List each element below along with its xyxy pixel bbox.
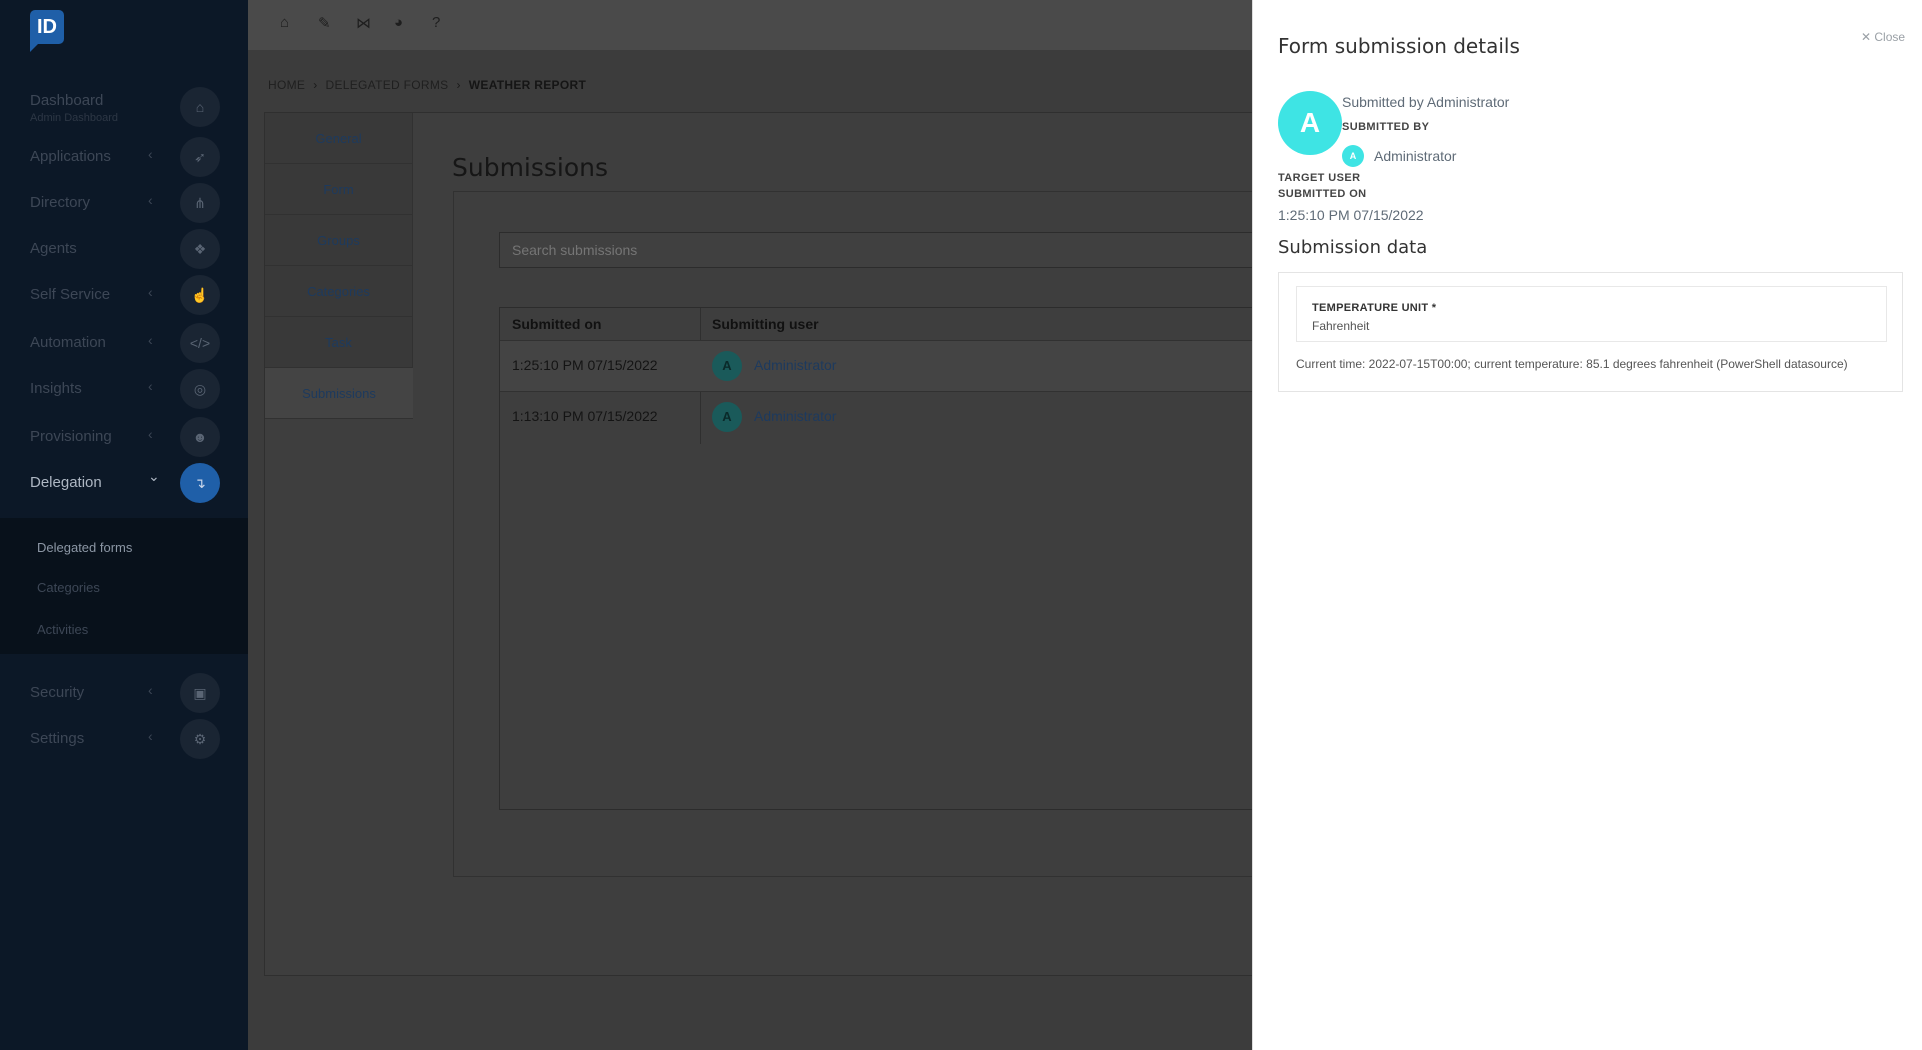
- sidebar-item-automation[interactable]: Automation ‹ </>: [0, 320, 248, 366]
- sidebar-item-label: Security: [30, 684, 85, 701]
- avatar: A: [712, 351, 742, 381]
- tab-categories[interactable]: Categories: [265, 266, 413, 317]
- submitted-on-cell: 1:25:10 PM 07/15/2022: [512, 357, 658, 373]
- submissions-table: Submitted on Submitting user 1:25:10 PM …: [499, 307, 1360, 810]
- table-row[interactable]: 1:13:10 PM 07/15/2022 A Administrator: [500, 391, 1360, 442]
- chevron-left-icon: ‹: [148, 728, 153, 744]
- sidebar-item-dashboard[interactable]: Dashboard Admin Dashboard ⌂: [0, 84, 248, 130]
- breadcrumb-parent[interactable]: DELEGATED FORMS: [326, 78, 449, 92]
- hand-pointer-icon: ☝: [180, 275, 220, 315]
- cubes-icon: ❖: [180, 229, 220, 269]
- sidebar-item-label: Provisioning: [30, 428, 112, 445]
- sidebar-item-delegation[interactable]: Delegation ⌄ ↴: [0, 460, 248, 506]
- column-header-submitting-user[interactable]: Submitting user: [712, 308, 819, 340]
- chevron-down-icon: ⌄: [148, 468, 160, 484]
- sidebar-item-label: Delegation: [30, 474, 102, 491]
- submissions-panel: Submitted on Submitting user 1:25:10 PM …: [453, 191, 1360, 877]
- sidebar-item-label: Self Service: [30, 286, 111, 303]
- sidebar-item-security[interactable]: Security ‹ ▣: [0, 670, 248, 716]
- pie-chart-icon[interactable]: ◕: [394, 14, 403, 31]
- logo[interactable]: ID: [30, 10, 64, 52]
- sidebar-item-label: Insights: [30, 380, 82, 397]
- submitted-by-text: Submitted by Administrator: [1342, 94, 1510, 110]
- tab-list: General Form Groups Categories Task Subm…: [265, 113, 413, 419]
- sidebar-item-insights[interactable]: Insights ‹ ◎: [0, 366, 248, 412]
- sidebar-item-agents[interactable]: Agents ❖: [0, 226, 248, 272]
- submission-data-box: TEMPERATURE UNIT * Fahrenheit Current ti…: [1278, 272, 1903, 392]
- sidebar-item-label: Agents: [30, 240, 77, 257]
- chevron-left-icon: ‹: [148, 332, 153, 348]
- question-icon[interactable]: ?: [432, 14, 440, 31]
- share-nodes-icon[interactable]: ⋈: [356, 14, 371, 32]
- tab-submissions[interactable]: Submissions: [265, 368, 413, 419]
- submitted-on-label: SUBMITTED ON: [1278, 188, 1367, 200]
- chevron-left-icon: ‹: [148, 192, 153, 208]
- code-icon: </>: [180, 323, 220, 363]
- sidebar-item-directory[interactable]: Directory ‹ ⋔: [0, 180, 248, 226]
- chevron-left-icon: ‹: [148, 146, 153, 162]
- sidebar-item-label: Dashboard: [30, 92, 104, 109]
- sidebar-item-label: Automation: [30, 334, 106, 351]
- user-link[interactable]: Administrator: [754, 357, 836, 373]
- wrench-icon[interactable]: ✎: [318, 14, 331, 32]
- field-label: TEMPERATURE UNIT *: [1312, 302, 1437, 314]
- tab-form[interactable]: Form: [265, 164, 413, 215]
- submitted-on-cell: 1:13:10 PM 07/15/2022: [512, 408, 658, 424]
- delegation-icon: ↴: [180, 463, 220, 503]
- users-icon: ☻: [180, 417, 220, 457]
- search-input[interactable]: [499, 232, 1359, 268]
- breadcrumb-home[interactable]: HOME: [268, 78, 305, 92]
- sitemap-icon: ⋔: [180, 183, 220, 223]
- avatar: A: [712, 402, 742, 432]
- sidebar-item-applications[interactable]: Applications ‹ ➶: [0, 134, 248, 180]
- section-title: Submission data: [1278, 237, 1428, 258]
- chevron-left-icon: ‹: [148, 426, 153, 442]
- sidebar-item-provisioning[interactable]: Provisioning ‹ ☻: [0, 414, 248, 460]
- breadcrumb-current: WEATHER REPORT: [468, 78, 587, 92]
- avatar: A: [1278, 91, 1342, 155]
- tab-groups[interactable]: Groups: [265, 215, 413, 266]
- form-card: General Form Groups Categories Task Subm…: [264, 112, 1364, 976]
- submitted-on-value: 1:25:10 PM 07/15/2022: [1278, 207, 1424, 223]
- sidebar-item-settings[interactable]: Settings ‹ ⚙: [0, 716, 248, 762]
- submitted-by-label: SUBMITTED BY: [1342, 121, 1430, 133]
- chevron-left-icon: ‹: [148, 378, 153, 394]
- chevron-right-icon: ›: [313, 78, 318, 92]
- field-temperature-unit: TEMPERATURE UNIT * Fahrenheit: [1296, 286, 1887, 342]
- user-link[interactable]: Administrator: [754, 408, 836, 424]
- home-icon[interactable]: ⌂: [280, 14, 289, 31]
- sidebar-item-label: Applications: [30, 148, 111, 165]
- column-header-submitted-on[interactable]: Submitted on: [512, 308, 601, 340]
- avatar: A: [1342, 145, 1364, 167]
- gear-icon: ⚙: [180, 719, 220, 759]
- submitted-by-name: Administrator: [1374, 148, 1457, 164]
- sidebar-item-label: Settings: [30, 730, 85, 747]
- datasource-description: Current time: 2022-07-15T00:00; current …: [1296, 357, 1848, 371]
- table-row[interactable]: 1:25:10 PM 07/15/2022 A Administrator: [500, 340, 1360, 391]
- target-user-label: TARGET USER: [1278, 172, 1361, 184]
- close-button[interactable]: ✕ Close: [1861, 30, 1905, 44]
- chevron-left-icon: ‹: [148, 284, 153, 300]
- sidebar-item-self-service[interactable]: Self Service ‹ ☝: [0, 272, 248, 318]
- chevron-left-icon: ‹: [148, 682, 153, 698]
- panel-title: Form submission details: [1278, 34, 1520, 58]
- subnav-activities[interactable]: Activities: [37, 622, 88, 637]
- delegation-submenu: Delegated forms Categories Activities: [0, 518, 248, 654]
- home-icon: ⌂: [180, 87, 220, 127]
- chevron-right-icon: ›: [456, 78, 461, 92]
- page-title: Submissions: [452, 153, 609, 182]
- breadcrumb: HOME › DELEGATED FORMS › WEATHER REPORT: [268, 78, 586, 92]
- subnav-delegated-forms[interactable]: Delegated forms: [37, 540, 132, 555]
- sidebar-item-sublabel: Admin Dashboard: [30, 112, 119, 124]
- tab-task[interactable]: Task: [265, 317, 413, 368]
- submission-details-panel: ✕ Close Form submission details A Submit…: [1252, 0, 1922, 1050]
- rocket-icon: ➶: [180, 137, 220, 177]
- tab-general[interactable]: General: [265, 113, 413, 164]
- sidebar-item-label: Directory: [30, 194, 91, 211]
- lightbulb-icon: ◎: [180, 369, 220, 409]
- subnav-categories[interactable]: Categories: [37, 580, 100, 595]
- lock-icon: ▣: [180, 673, 220, 713]
- sidebar: ID Dashboard Admin Dashboard ⌂ Applicati…: [0, 0, 248, 1050]
- field-value: Fahrenheit: [1312, 319, 1370, 333]
